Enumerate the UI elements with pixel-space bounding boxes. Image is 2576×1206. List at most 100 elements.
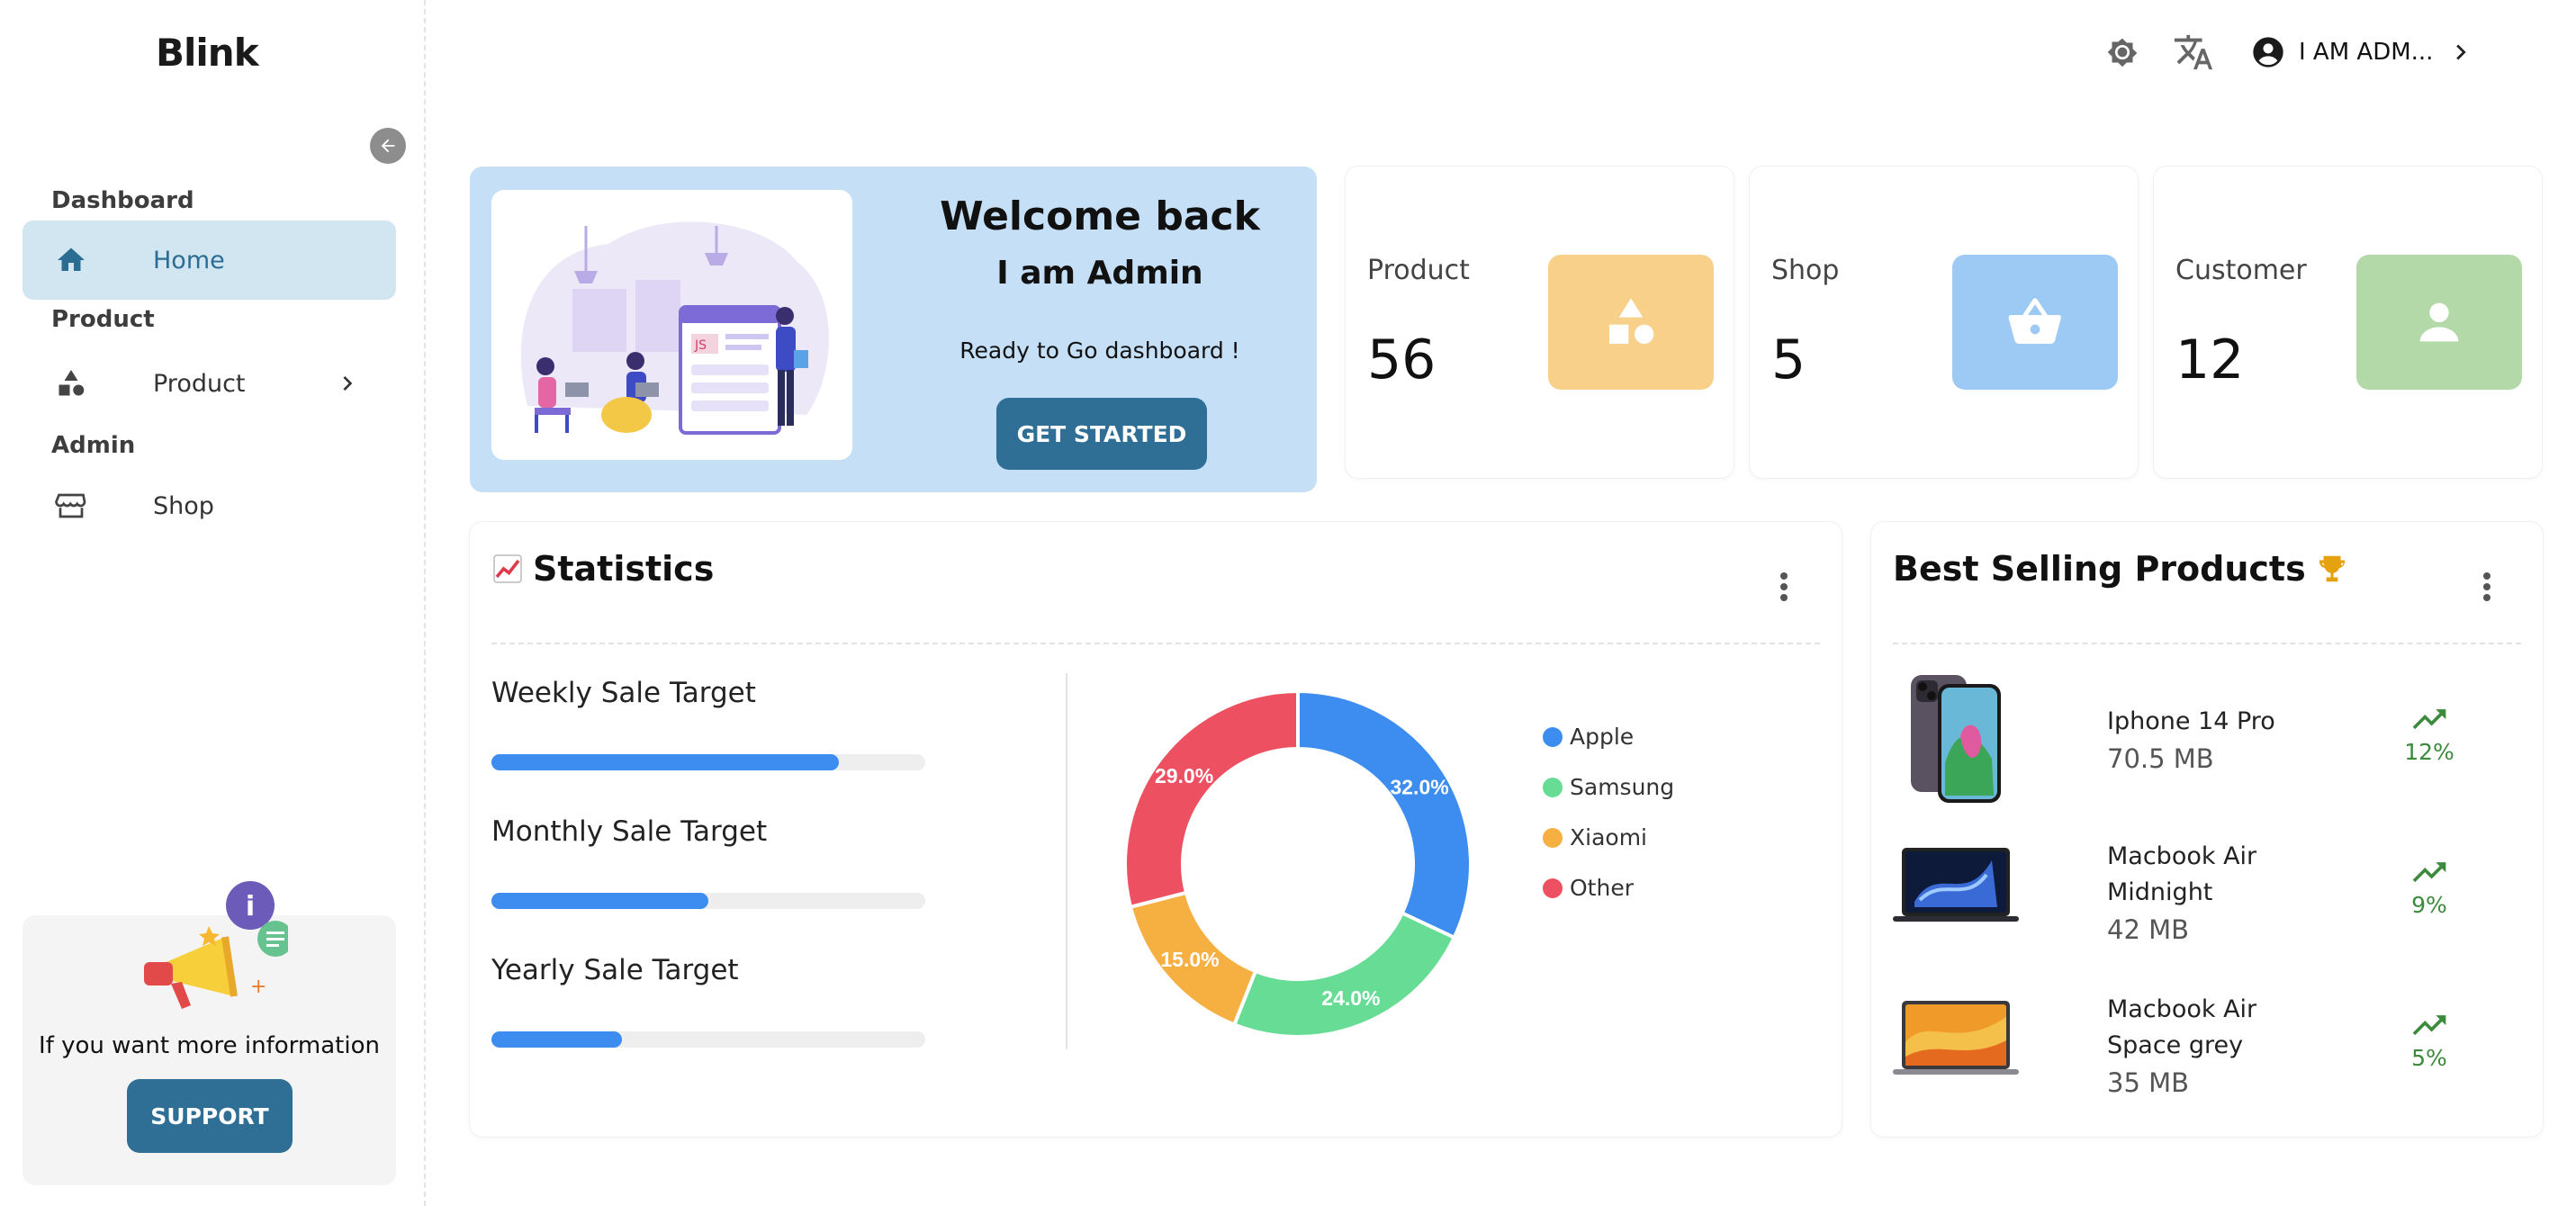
collapse-sidebar-button[interactable] <box>370 128 406 164</box>
statistics-panel: Statistics Weekly Sale Target Monthly Sa… <box>470 522 1842 1137</box>
donut-slice-other[interactable] <box>1123 688 1300 910</box>
donut-slice-samsung[interactable] <box>1231 910 1457 1039</box>
chevron-right-icon <box>2456 44 2467 60</box>
sidebar-item-product[interactable]: Product <box>23 344 396 423</box>
stat-value: 12 <box>2175 328 2245 392</box>
legend-item-apple[interactable]: Apple <box>1543 724 1634 750</box>
macbook-spacegrey-image <box>1893 1001 2019 1075</box>
chevron-right-icon <box>343 376 353 391</box>
legend-item-other[interactable]: Other <box>1543 875 1634 901</box>
translate-icon[interactable] <box>2173 32 2214 73</box>
weekly-target-label: Weekly Sale Target <box>491 677 756 709</box>
svg-text:+: + <box>250 976 266 998</box>
sidebar-item-label: Product <box>153 369 246 398</box>
svg-text:i: i <box>246 891 255 922</box>
weekly-target-bar <box>491 754 925 770</box>
person-icon <box>2419 302 2459 342</box>
app-logo[interactable]: Blink <box>156 31 259 75</box>
product-name: Iphone 14 Pro <box>2107 707 2275 735</box>
product-size: 35 MB <box>2107 1067 2190 1098</box>
trophy-icon <box>2319 555 2345 582</box>
home-icon <box>58 248 85 271</box>
stat-card-customer: Customer 12 <box>2154 166 2542 478</box>
user-menu[interactable]: I AM ADM... <box>2250 32 2476 73</box>
product-name: Macbook Air Space grey <box>2107 995 2257 1059</box>
best-selling-title-row: Best Selling Products <box>1893 549 2349 589</box>
sidebar-item-shop[interactable]: Shop <box>23 466 396 545</box>
macbook-midnight-image <box>1893 848 2019 922</box>
support-card: i + If you want more information SUPPORT <box>23 881 396 1185</box>
sidebar-item-label: Home <box>153 246 225 274</box>
sales-donut-chart: 32.0% 24.0% 15.0% 29.0% <box>1123 688 1473 1039</box>
shapes-icon <box>59 370 85 396</box>
welcome-card: JS Welcome back I am Admin Ready to Go d… <box>470 166 1317 492</box>
donut-slice-apple[interactable] <box>1296 688 1473 940</box>
growth-indicator: 5% <box>2402 1012 2456 1071</box>
vertical-divider <box>1066 673 1067 1049</box>
get-started-button[interactable]: GET STARTED <box>996 398 1207 470</box>
legend-label: Other <box>1570 875 1634 901</box>
sidebar-item-home[interactable]: Home <box>23 220 396 300</box>
growth-percent: 5% <box>2411 1045 2447 1071</box>
more-options-icon[interactable] <box>1779 569 1789 605</box>
progress-fill <box>491 754 839 770</box>
monthly-target-label: Monthly Sale Target <box>491 815 768 848</box>
welcome-subtitle: I am Admin <box>996 255 1203 292</box>
growth-indicator: 9% <box>2402 860 2456 918</box>
trending-up-icon <box>2412 862 2446 883</box>
trending-up-icon <box>2412 709 2446 730</box>
statistics-title: Statistics <box>533 549 715 589</box>
svg-text:JS: JS <box>694 338 707 353</box>
legend-item-samsung[interactable]: Samsung <box>1543 774 1674 800</box>
progress-fill <box>491 893 708 909</box>
welcome-illustration: JS <box>491 190 852 460</box>
legend-swatch <box>1543 777 1563 797</box>
iphone-image <box>1911 675 2001 803</box>
section-label-admin: Admin <box>51 432 136 459</box>
legend-label: Apple <box>1570 724 1635 750</box>
divider <box>1893 643 2521 644</box>
megaphone-icon: i + <box>144 881 288 1009</box>
support-text: If you want more information <box>39 1032 380 1059</box>
stat-label: Shop <box>1771 255 1840 286</box>
stat-card-shop: Shop 5 <box>1750 166 2138 478</box>
support-button[interactable]: SUPPORT <box>127 1079 293 1153</box>
monthly-target-bar <box>491 893 925 909</box>
section-label-product: Product <box>51 306 155 333</box>
sidebar-item-label: Shop <box>153 491 214 520</box>
legend-swatch <box>1543 827 1563 848</box>
stat-tile <box>1952 255 2118 390</box>
stat-tile <box>1548 255 1714 390</box>
legend-swatch <box>1543 726 1563 747</box>
store-icon <box>55 493 86 518</box>
product-size: 70.5 MB <box>2107 743 2214 774</box>
stat-card-product: Product 56 <box>1346 166 1734 478</box>
account-icon <box>2253 37 2283 68</box>
stat-value: 56 <box>1367 328 1437 392</box>
arrow-left-icon <box>381 139 395 153</box>
legend-item-xiaomi[interactable]: Xiaomi <box>1543 824 1647 850</box>
growth-percent: 9% <box>2411 892 2447 918</box>
sidebar: Blink Dashboard Home Product Product Adm… <box>0 0 426 1206</box>
stat-label: Customer <box>2175 255 2307 286</box>
growth-percent: 12% <box>2404 739 2454 765</box>
user-name: I AM ADM... <box>2299 39 2434 66</box>
best-selling-panel: Best Selling Products Iphone 14 Pro 70.5… <box>1871 522 2543 1137</box>
legend-label: Xiaomi <box>1570 824 1647 850</box>
stat-label: Product <box>1367 255 1470 286</box>
statistics-title-row: Statistics <box>491 549 714 589</box>
legend-label: Samsung <box>1570 774 1675 800</box>
best-selling-title: Best Selling Products <box>1893 549 2306 589</box>
chart-increasing-icon <box>493 554 522 583</box>
yearly-target-bar <box>491 1031 925 1048</box>
more-options-icon[interactable] <box>2481 569 2492 605</box>
shapes-icon <box>1609 298 1654 344</box>
donut-label-samsung: 24.0% <box>1321 986 1380 1010</box>
yearly-target-label: Yearly Sale Target <box>491 954 739 986</box>
product-name: Macbook Air Midnight <box>2107 842 2257 906</box>
growth-indicator: 12% <box>2402 706 2456 765</box>
progress-fill <box>491 1031 622 1048</box>
trending-up-icon <box>2412 1015 2446 1036</box>
welcome-title: Welcome back <box>940 194 1260 239</box>
theme-toggle-icon[interactable] <box>2102 32 2143 73</box>
